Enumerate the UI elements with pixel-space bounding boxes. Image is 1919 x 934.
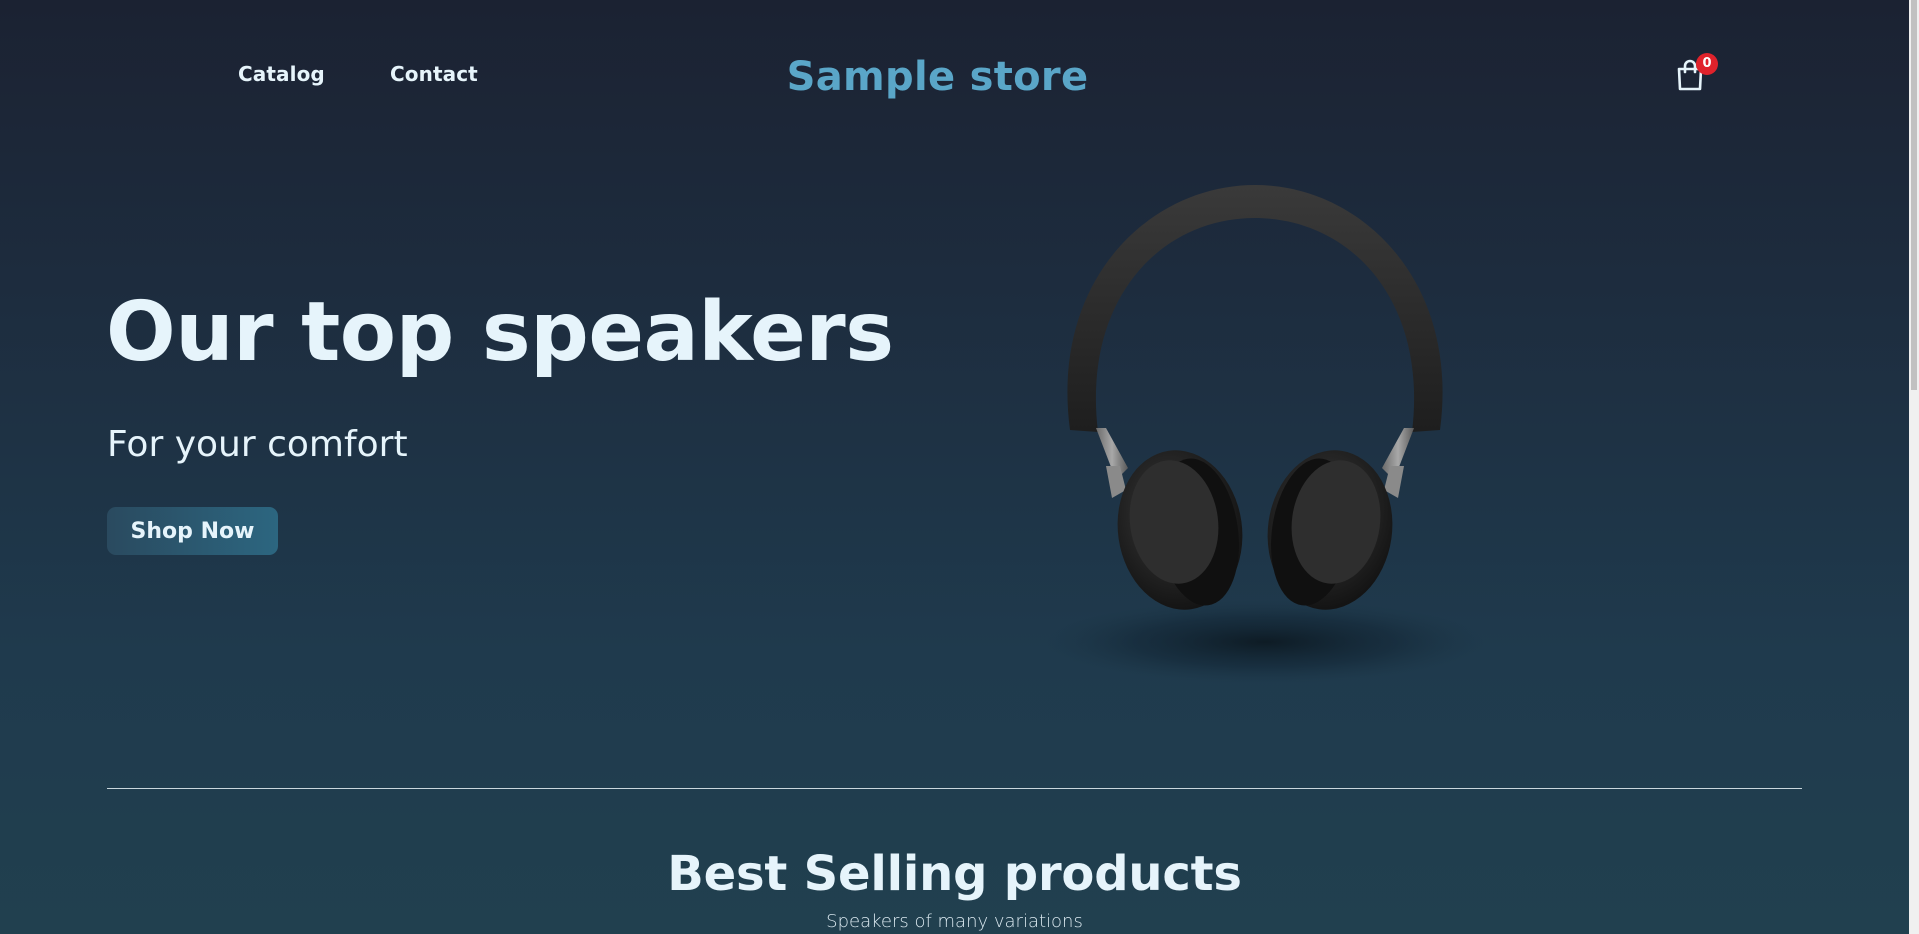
scrollbar-thumb[interactable]	[1911, 0, 1917, 390]
hero-subtitle: For your comfort	[107, 424, 408, 465]
cart-count-badge: 0	[1696, 53, 1718, 75]
hero-title: Our top speakers	[106, 285, 894, 380]
page-scrollbar[interactable]	[1909, 0, 1919, 934]
headphones-image	[1045, 185, 1485, 684]
best-selling-title: Best Selling products	[667, 846, 1242, 902]
store-logo[interactable]: Sample store	[0, 54, 1875, 100]
section-divider	[107, 788, 1802, 789]
best-selling-subtitle: Speakers of many variations	[826, 911, 1083, 932]
shop-now-button[interactable]: Shop Now	[107, 507, 278, 555]
page: Catalog Contact Sample store 0 Our top s…	[0, 0, 1909, 934]
